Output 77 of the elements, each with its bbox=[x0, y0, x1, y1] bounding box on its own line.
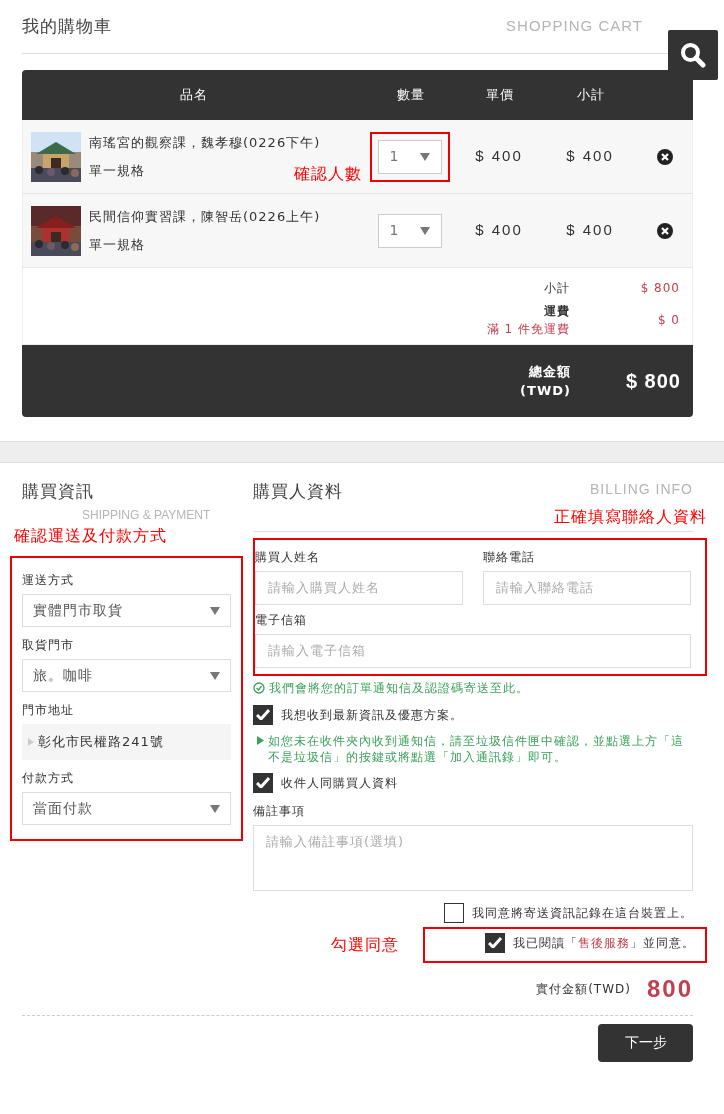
item-subtotal: $ 400 bbox=[565, 220, 615, 241]
search-icon bbox=[680, 42, 706, 68]
summary-label: 小計 bbox=[544, 280, 570, 297]
column-header: 小計 bbox=[576, 86, 606, 105]
summary-value: $ 0 bbox=[656, 312, 681, 329]
checkbox-label: 收件人同購買人資料 bbox=[281, 774, 398, 792]
shipping-note: 滿 1 件免運費 bbox=[486, 321, 570, 338]
section-title: 購買人資料 bbox=[253, 480, 343, 503]
remarks-field[interactable]: 請輸入備註事項(選填) bbox=[253, 824, 693, 891]
agreement-text: 我已閱讀「售後服務」並同意。 bbox=[513, 934, 695, 952]
unit-price: $ 400 bbox=[474, 146, 524, 167]
field-label: 付款方式 bbox=[22, 770, 75, 787]
select-field[interactable]: 當面付款 bbox=[22, 792, 231, 825]
search-button[interactable] bbox=[668, 30, 718, 80]
section-subtitle: BILLING INFO bbox=[589, 480, 693, 499]
annotation-text: 確認人數 bbox=[294, 162, 362, 185]
field-label: 取貨門市 bbox=[22, 637, 75, 654]
summary-value: $ 800 bbox=[639, 280, 681, 297]
terms-link[interactable]: 售後服務 bbox=[578, 935, 630, 950]
product-spec: 單一規格 bbox=[89, 161, 145, 180]
caret-icon bbox=[420, 152, 431, 161]
caret-icon bbox=[210, 804, 220, 813]
field-label: 電子信箱 bbox=[255, 611, 308, 629]
checkbox[interactable] bbox=[485, 932, 505, 953]
currency-label: (TWD) bbox=[520, 382, 571, 400]
column-header: 品名 bbox=[178, 86, 209, 105]
check-circle-icon bbox=[253, 682, 265, 695]
quantity-select[interactable]: 1 bbox=[378, 139, 442, 174]
next-button[interactable]: 下一步 bbox=[598, 1023, 693, 1062]
checkbox[interactable] bbox=[444, 902, 464, 923]
address-text: 彰化市民權路241號 bbox=[38, 733, 164, 752]
check-icon bbox=[256, 777, 270, 789]
remove-icon[interactable] bbox=[657, 223, 673, 240]
input-field[interactable]: 請輸入電子信箱 bbox=[255, 633, 691, 668]
input-field[interactable]: 請輸入聯絡電話 bbox=[483, 570, 691, 605]
bullet-icon bbox=[257, 735, 264, 745]
spam-note: 如您未在收件夾內收到通知信，請至垃圾信件匣中確認，並點選上方「這不是垃圾信」的按鍵或將點選「加入通訊錄」即可。 bbox=[268, 732, 685, 765]
caret-icon bbox=[420, 226, 431, 235]
caret-icon bbox=[210, 606, 220, 615]
total-label: 總金額 bbox=[528, 362, 571, 381]
product-name[interactable]: 民間信仰實習課，陳智岳(0226上午) bbox=[89, 207, 321, 227]
item-subtotal: $ 400 bbox=[565, 146, 615, 167]
column-header: 單價 bbox=[485, 86, 515, 105]
section-title: 購買資訊 bbox=[22, 480, 95, 503]
email-note: 我們會將您的訂單通知信及認證碼寄送至此。 bbox=[269, 679, 529, 697]
check-icon bbox=[256, 709, 270, 721]
remove-icon[interactable] bbox=[657, 149, 673, 166]
field-label: 備註事項 bbox=[253, 802, 306, 820]
checkbox[interactable] bbox=[253, 772, 273, 793]
input-field[interactable]: 請輸入購買人姓名 bbox=[255, 570, 463, 605]
field-label: 運送方式 bbox=[22, 572, 75, 589]
checkbox-label: 我想收到最新資訊及優惠方案。 bbox=[281, 706, 463, 724]
product-spec: 單一規格 bbox=[89, 235, 145, 254]
agreement-text: 我同意將寄送資訊記錄在這台裝置上。 bbox=[472, 904, 693, 922]
section-subtitle: SHIPPING & PAYMENT bbox=[82, 507, 211, 524]
annotation-text: 正確填寫聯絡人資料 bbox=[553, 505, 707, 528]
check-icon bbox=[488, 937, 502, 949]
product-name[interactable]: 南瑤宮的觀察課，魏孝穆(0226下午) bbox=[89, 133, 321, 153]
page-title: 我的購物車 bbox=[22, 14, 112, 38]
page-subtitle: SHOPPING CART bbox=[506, 16, 643, 37]
checkbox[interactable] bbox=[253, 704, 273, 725]
bullet-icon bbox=[28, 738, 34, 746]
field-label: 購買人姓名 bbox=[255, 548, 321, 566]
unit-price: $ 400 bbox=[474, 220, 524, 241]
payable-label: 實付金額(TWD) bbox=[536, 980, 631, 998]
summary-label: 運費 bbox=[543, 303, 570, 320]
quantity-select[interactable]: 1 bbox=[378, 213, 442, 248]
field-label: 門市地址 bbox=[22, 702, 75, 719]
payable-amount: 800 bbox=[646, 973, 693, 1004]
annotation-text: 勾選同意 bbox=[331, 933, 399, 956]
annotation-text: 確認運送及付款方式 bbox=[14, 525, 168, 547]
column-header: 數量 bbox=[396, 86, 426, 105]
field-label: 聯絡電話 bbox=[483, 548, 536, 566]
select-field[interactable]: 實體門市取貨 bbox=[22, 594, 231, 627]
select-field[interactable]: 旅。咖啡 bbox=[22, 659, 231, 692]
total-amount: $ 800 bbox=[624, 369, 682, 394]
caret-icon bbox=[210, 671, 220, 680]
